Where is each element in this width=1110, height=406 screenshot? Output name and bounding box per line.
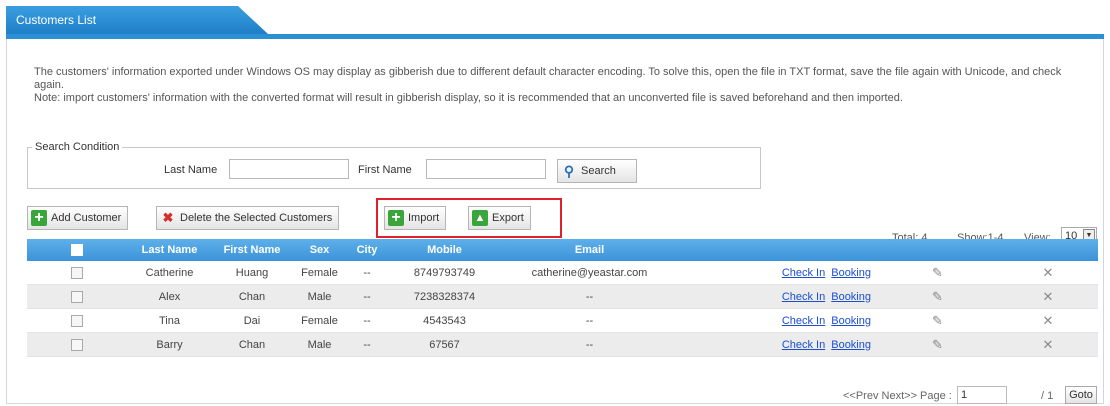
cell-sex: Male (292, 332, 347, 357)
pencil-icon[interactable]: ✎ (932, 289, 943, 304)
cell-sex: Male (292, 284, 347, 309)
delete-icon: ✖ (162, 210, 174, 225)
booking-link[interactable]: Booking (831, 315, 871, 327)
cell-email: -- (502, 332, 677, 357)
booking-link[interactable]: Booking (831, 339, 871, 351)
check-in-link[interactable]: Check In (782, 339, 825, 351)
cell-last-name: Tina (127, 308, 212, 333)
header-last-name: Last Name (127, 239, 212, 261)
header-email: Email (502, 239, 677, 261)
header-mobile: Mobile (387, 239, 502, 261)
row-checkbox[interactable] (71, 266, 83, 279)
cell-mobile: 4543543 (387, 308, 502, 333)
cell-city: -- (347, 308, 387, 333)
import-export-highlight (376, 198, 562, 238)
pagination-nav[interactable]: <<Prev Next>> Page : (843, 390, 952, 402)
cell-email: -- (502, 308, 677, 333)
encoding-notice: The customers' information exported unde… (34, 66, 1094, 105)
total-pages: / 1 (1041, 390, 1054, 402)
cell-last-name: Catherine (127, 261, 212, 285)
table-row: Catherine Huang Female -- 8749793749 cat… (27, 261, 1098, 285)
first-name-label: First Name (358, 164, 412, 176)
notice-line-1: The customers' information exported unde… (34, 66, 1062, 91)
cell-sex: Female (292, 261, 347, 285)
header-first-name: First Name (212, 239, 292, 261)
cell-city: -- (347, 261, 387, 285)
close-icon[interactable]: ✕ (1043, 337, 1054, 352)
cell-email: -- (502, 284, 677, 309)
cell-city: -- (347, 284, 387, 309)
search-button[interactable]: ⚲ Search (557, 159, 637, 183)
search-button-label: Search (581, 165, 616, 177)
add-customer-label: Add Customer (51, 212, 122, 224)
row-checkbox[interactable] (71, 290, 83, 303)
notice-line-2: Note: import customers' information with… (34, 92, 903, 104)
last-name-label: Last Name (164, 164, 218, 176)
close-icon[interactable]: ✕ (1043, 265, 1054, 280)
search-condition-legend: Search Condition (35, 141, 120, 153)
pencil-icon[interactable]: ✎ (932, 313, 943, 328)
cell-email: catherine@yeastar.com (502, 261, 677, 285)
page-input[interactable]: 1 (957, 386, 1007, 404)
first-name-input[interactable] (426, 159, 546, 179)
delete-selected-label: Delete the Selected Customers (180, 212, 333, 224)
select-all-checkbox[interactable] (71, 244, 83, 257)
booking-link[interactable]: Booking (831, 267, 871, 279)
last-name-input[interactable] (229, 159, 349, 179)
pencil-icon[interactable]: ✎ (932, 265, 943, 280)
select-all-header[interactable] (27, 239, 127, 261)
cell-sex: Female (292, 308, 347, 333)
cell-last-name: Barry (127, 332, 212, 357)
cell-city: -- (347, 332, 387, 357)
close-icon[interactable]: ✕ (1043, 289, 1054, 304)
pencil-icon[interactable]: ✎ (932, 337, 943, 352)
goto-button[interactable]: Goto (1065, 386, 1097, 404)
top-bar: Customers List (0, 0, 1110, 34)
check-in-link[interactable]: Check In (782, 267, 825, 279)
customers-table: Last Name First Name Sex City Mobile Ema… (27, 239, 1098, 357)
table-row: Tina Dai Female -- 4543543 -- Check In Bo… (27, 308, 1098, 333)
booking-link[interactable]: Booking (831, 291, 871, 303)
close-icon[interactable]: ✕ (1043, 313, 1054, 328)
tab-customers-list[interactable]: Customers List (6, 6, 268, 34)
delete-selected-button[interactable]: ✖ Delete the Selected Customers (156, 206, 340, 230)
header-city: City (347, 239, 387, 261)
add-customer-button[interactable]: + Add Customer (27, 206, 129, 230)
cell-mobile: 67567 (387, 332, 502, 357)
header-sex: Sex (292, 239, 347, 261)
plus-icon: + (31, 210, 47, 226)
header-actions (677, 239, 877, 261)
table-header-row: Last Name First Name Sex City Mobile Ema… (27, 239, 1098, 261)
check-in-link[interactable]: Check In (782, 315, 825, 327)
header-edit (877, 239, 998, 261)
cell-mobile: 7238328374 (387, 284, 502, 309)
cell-last-name: Alex (127, 284, 212, 309)
header-delete (998, 239, 1098, 261)
table-row: Barry Chan Male -- 67567 -- Check In Book… (27, 332, 1098, 357)
cell-first-name: Dai (212, 308, 292, 333)
check-in-link[interactable]: Check In (782, 291, 825, 303)
search-icon: ⚲ (563, 163, 575, 179)
row-checkbox[interactable] (71, 338, 83, 351)
row-checkbox[interactable] (71, 314, 83, 327)
table-row: Alex Chan Male -- 7238328374 -- Check In… (27, 284, 1098, 309)
cell-mobile: 8749793749 (387, 261, 502, 285)
cell-first-name: Huang (212, 261, 292, 285)
cell-first-name: Chan (212, 284, 292, 309)
cell-first-name: Chan (212, 332, 292, 357)
